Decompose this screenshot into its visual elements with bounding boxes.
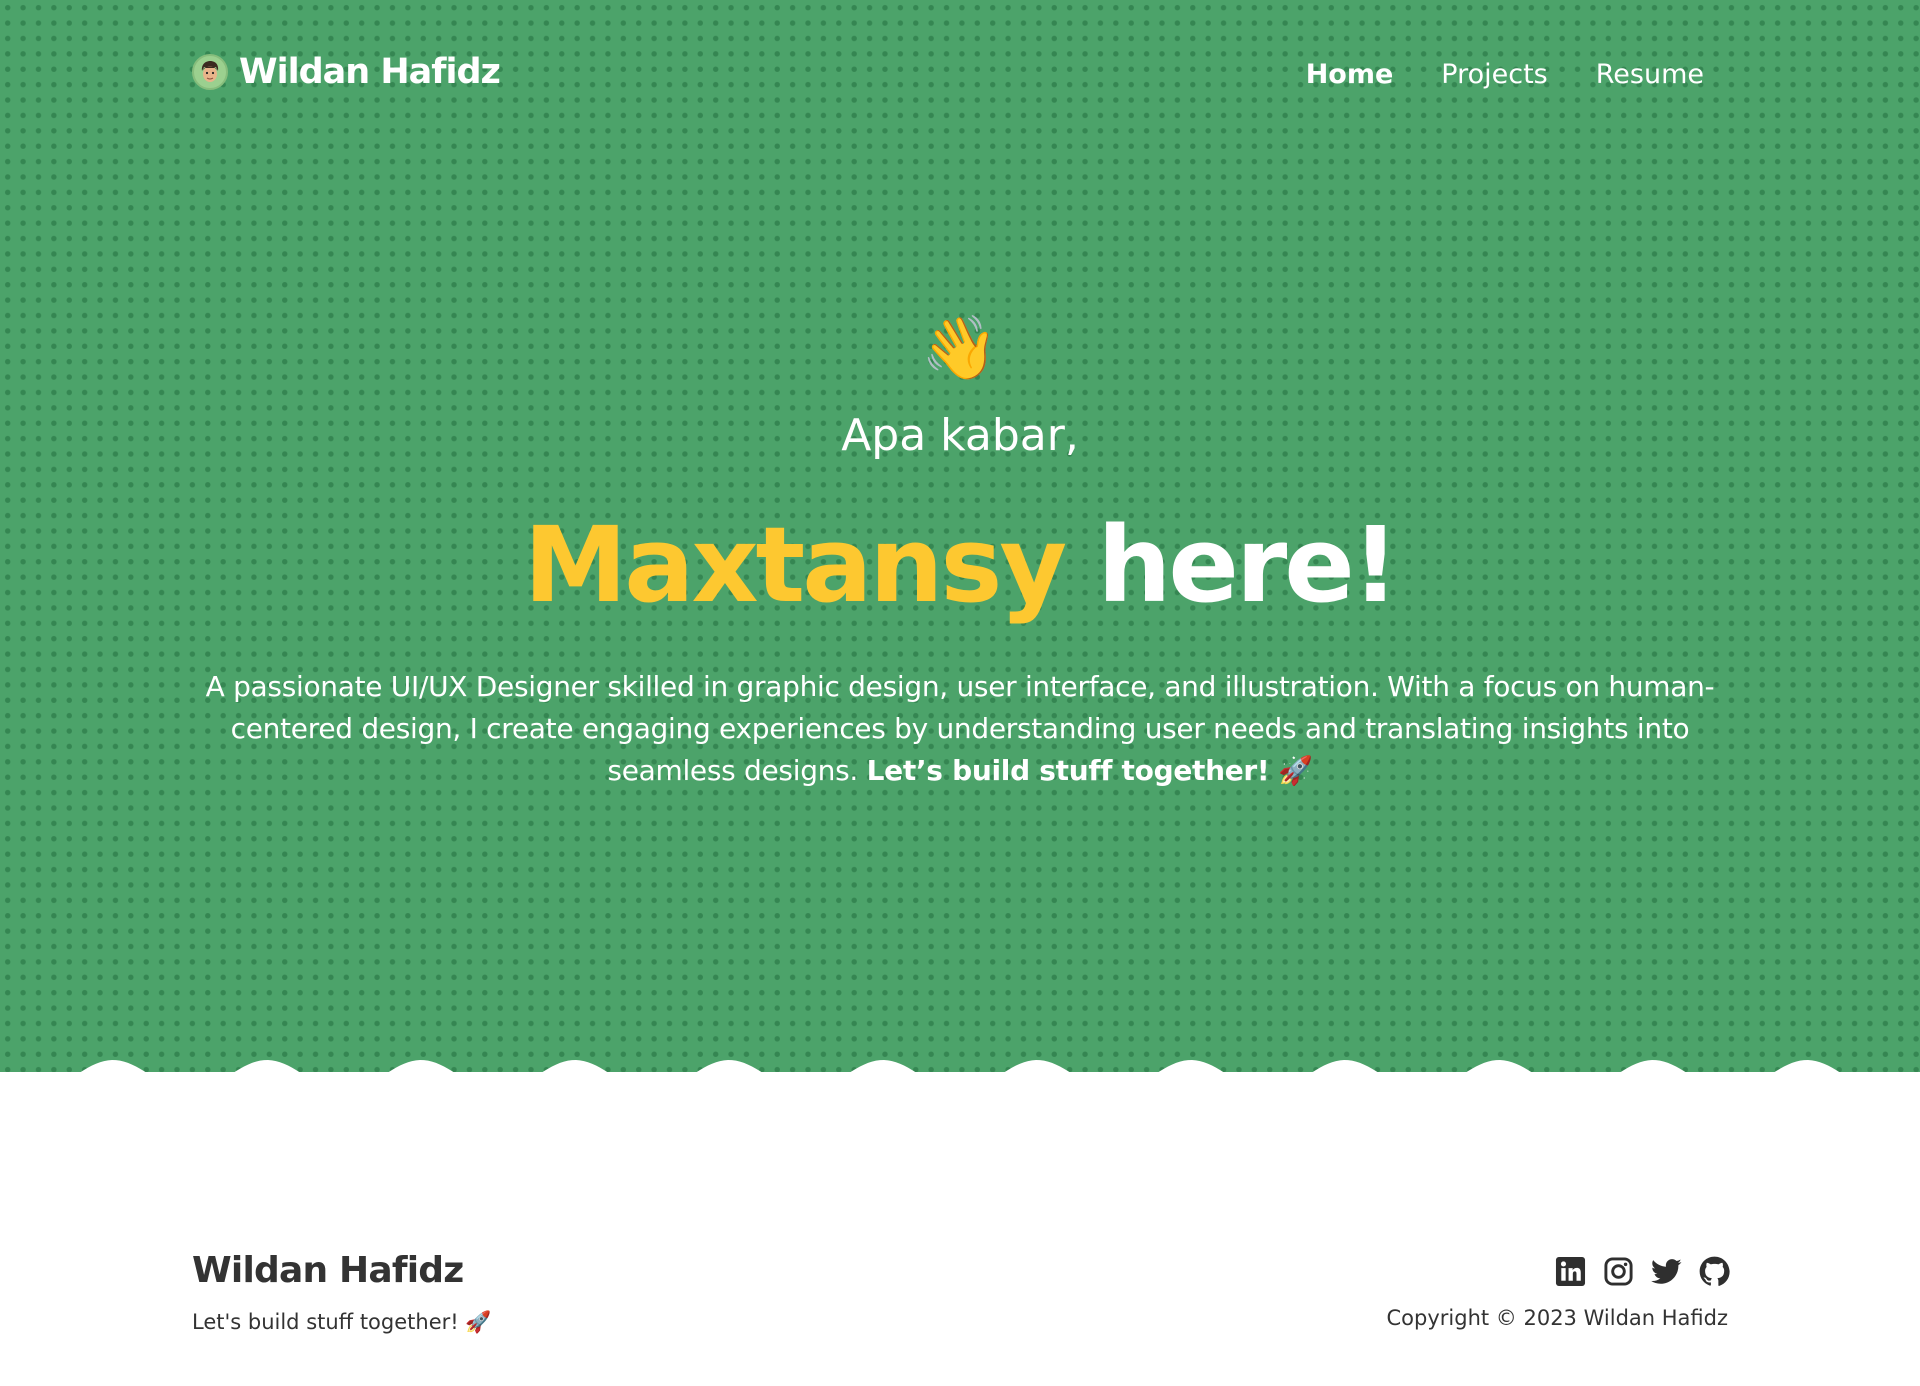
hero-headline-rest: here! bbox=[1097, 504, 1399, 626]
main-nav: Home Projects Resume bbox=[1306, 54, 1704, 94]
rocket-icon: 🚀 bbox=[1278, 754, 1313, 787]
brand-logo-link[interactable]: Wildan Hafidz bbox=[192, 52, 501, 92]
nav-resume-link[interactable]: Resume bbox=[1596, 59, 1704, 90]
avatar bbox=[192, 54, 228, 90]
footer-tagline: Let's build stuff together! 🚀 bbox=[192, 1310, 492, 1334]
copyright-text: Copyright © 2023 Wildan Hafidz bbox=[1386, 1306, 1728, 1330]
hero-headline-name: Maxtansy bbox=[523, 504, 1067, 626]
hero-intro: A passionate UI/UX Designer skilled in g… bbox=[200, 666, 1720, 792]
github-icon[interactable] bbox=[1699, 1256, 1730, 1287]
hero-section: Wildan Hafidz Home Projects Resume 👋 Apa… bbox=[0, 0, 1920, 1072]
brand-name: Wildan Hafidz bbox=[239, 52, 501, 92]
nav-projects-link[interactable]: Projects bbox=[1441, 59, 1547, 90]
instagram-icon[interactable] bbox=[1603, 1256, 1634, 1287]
hero-intro-cta: Let’s build stuff together! bbox=[866, 754, 1270, 787]
wave-divider bbox=[0, 1060, 1920, 1100]
twitter-icon[interactable] bbox=[1651, 1256, 1682, 1287]
nav-home-link[interactable]: Home bbox=[1306, 59, 1394, 90]
hero-headline: Maxtansy here! bbox=[0, 500, 1920, 630]
waving-hand-icon: 👋 bbox=[921, 311, 999, 384]
hero-greeting: Apa kabar, bbox=[841, 410, 1079, 461]
social-links bbox=[1555, 1256, 1730, 1287]
footer-name: Wildan Hafidz bbox=[192, 1250, 464, 1291]
avatar-face-icon bbox=[201, 61, 219, 82]
linkedin-icon[interactable] bbox=[1555, 1256, 1586, 1287]
